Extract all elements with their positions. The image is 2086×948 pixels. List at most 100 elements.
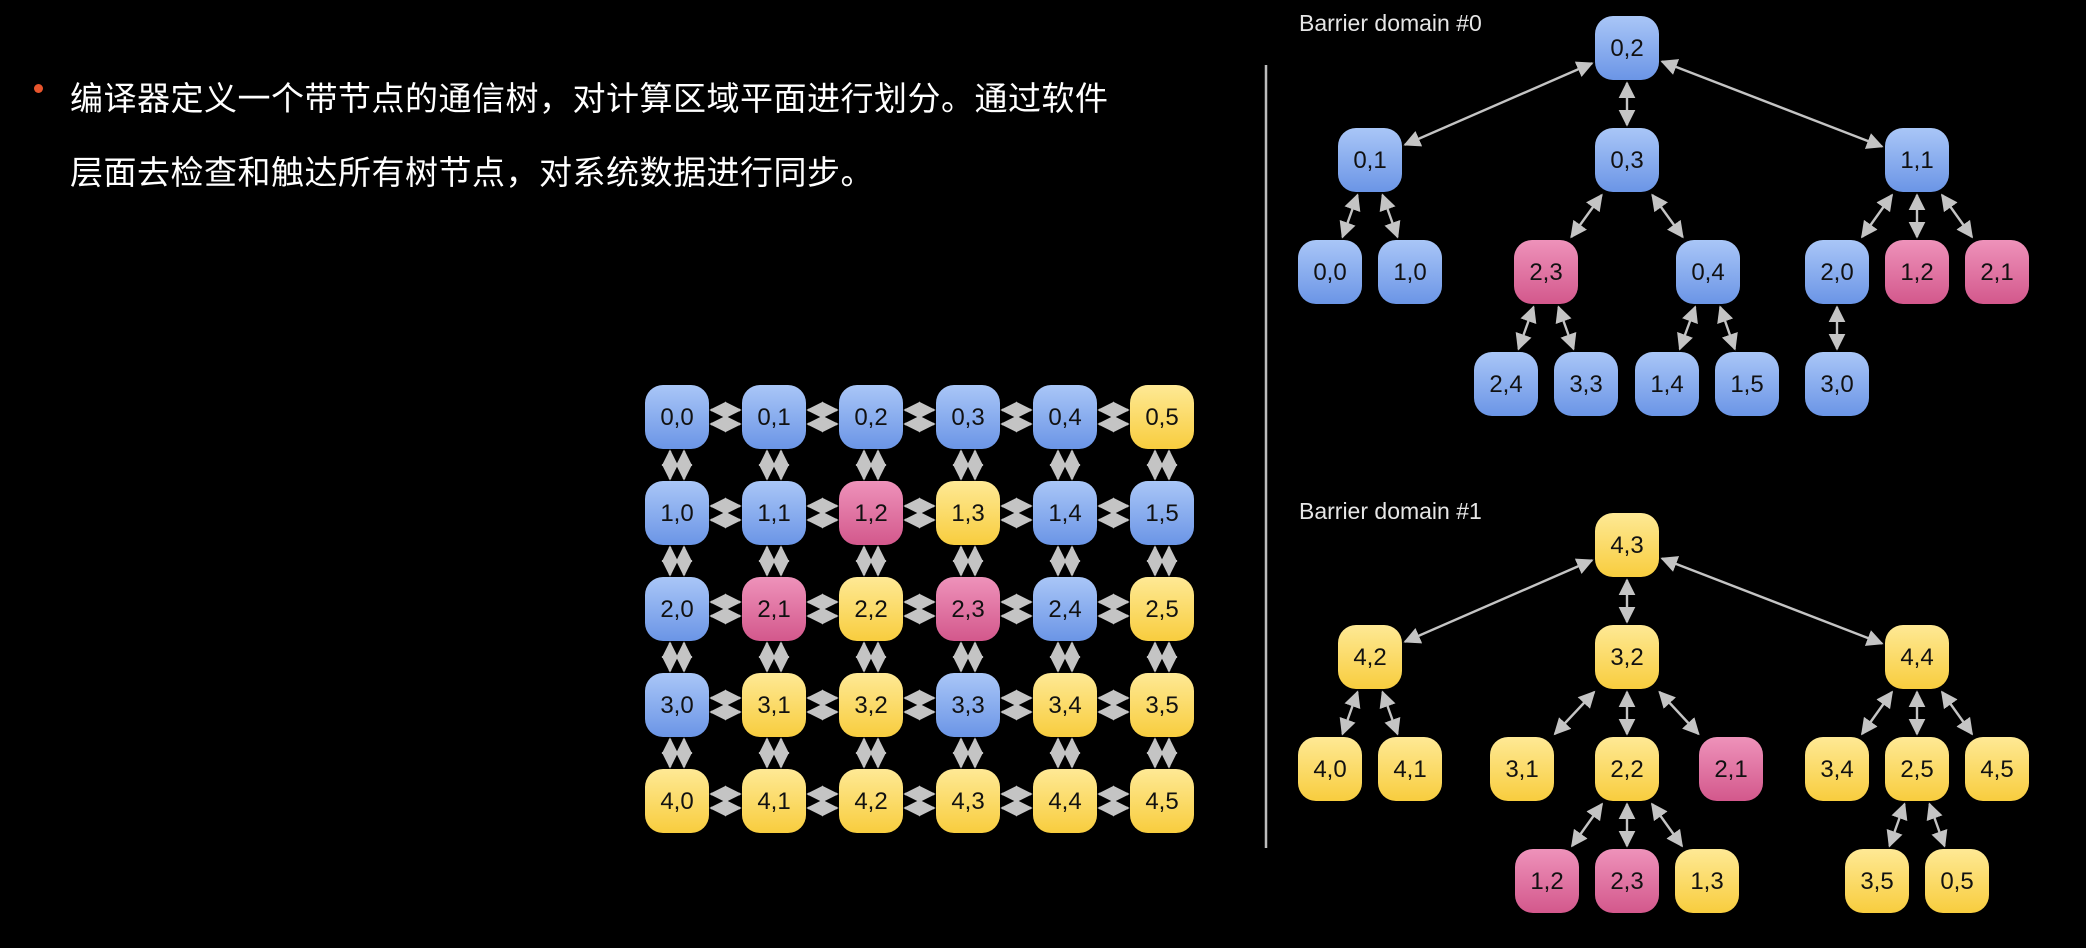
tree-arrow [1861, 690, 1893, 736]
node-label: 2,4 [1048, 596, 1081, 623]
node-label: 1,1 [757, 500, 790, 527]
tree-node-1-1: 1,1 [1885, 128, 1949, 192]
tree-arrow [1658, 690, 1700, 736]
grid-node-1-3: 1,3 [936, 481, 1000, 545]
node-label: 1,3 [1690, 868, 1723, 895]
node-label: 3,2 [1610, 644, 1643, 671]
node-label: 4,4 [1048, 788, 1081, 815]
tree-node-4-3: 4,3 [1595, 513, 1659, 577]
tree-arrow [1403, 61, 1594, 147]
node-label: 0,1 [1353, 147, 1386, 174]
barrier-domain-title: Barrier domain #1 [1299, 498, 1482, 524]
node-label: 1,5 [1145, 500, 1178, 527]
tree-node-3-5: 3,5 [1845, 849, 1909, 913]
tree-arrow [1555, 305, 1577, 351]
node-label: 4,3 [1610, 532, 1643, 559]
tree-node-2-1: 2,1 [1699, 737, 1763, 801]
tree-arrow [1660, 59, 1884, 149]
node-label: 3,3 [1569, 371, 1602, 398]
node-label: 0,5 [1145, 404, 1178, 431]
grid-node-3-1: 3,1 [742, 673, 806, 737]
node-label: 3,3 [951, 692, 984, 719]
grid-node-2-1: 2,1 [742, 577, 806, 641]
grid-node-4-2: 4,2 [839, 769, 903, 833]
node-label: 2,3 [1610, 868, 1643, 895]
tree-node-4-0: 4,0 [1298, 737, 1362, 801]
node-label: 1,0 [1393, 259, 1426, 286]
node-label: 0,4 [1048, 404, 1081, 431]
node-label: 1,2 [854, 500, 887, 527]
tree-node-3-2: 3,2 [1595, 625, 1659, 689]
grid-node-1-4: 1,4 [1033, 481, 1097, 545]
node-label: 3,0 [660, 692, 693, 719]
node-label: 0,3 [1610, 147, 1643, 174]
node-label: 0,2 [1610, 35, 1643, 62]
node-label: 4,1 [757, 788, 790, 815]
node-label: 4,5 [1980, 756, 2013, 783]
grid-node-2-5: 2,5 [1130, 577, 1194, 641]
tree-arrow [1926, 802, 1948, 848]
barrier-diagram: 0,0 0,1 0,2 0,3 0,4 0,5 1,0 1,1 1,2 1,3 1,4 1,5 2,0 2… [645, 10, 2029, 913]
tree-node-2-5: 2,5 [1885, 737, 1949, 801]
grid-node-1-5: 1,5 [1130, 481, 1194, 545]
node-label: 3,4 [1820, 756, 1853, 783]
node-label: 1,2 [1530, 868, 1563, 895]
grid-node-0-4: 0,4 [1033, 385, 1097, 449]
node-label: 1,4 [1650, 371, 1683, 398]
node-label: 4,2 [1353, 644, 1386, 671]
node-label: 2,0 [660, 596, 693, 623]
tree-arrow [1571, 802, 1603, 848]
node-label: 4,2 [854, 788, 887, 815]
node-label: 3,1 [1505, 756, 1538, 783]
node-label: 2,5 [1900, 756, 1933, 783]
node-label: 3,5 [1145, 692, 1178, 719]
tree-arrow [1379, 690, 1401, 736]
tree-node-4-2: 4,2 [1338, 625, 1402, 689]
grid-node-1-2: 1,2 [839, 481, 903, 545]
node-label: 2,3 [1529, 259, 1562, 286]
node-label: 4,0 [660, 788, 693, 815]
tree-node-3-4: 3,4 [1805, 737, 1869, 801]
grid-node-1-0: 1,0 [645, 481, 709, 545]
node-label: 0,5 [1940, 868, 1973, 895]
grid-node-2-2: 2,2 [839, 577, 903, 641]
grid-node-0-1: 0,1 [742, 385, 806, 449]
tree-node-2-4: 2,4 [1474, 352, 1538, 416]
tree-node-0-0: 0,0 [1298, 240, 1362, 304]
node-label: 4,0 [1313, 756, 1346, 783]
node-label: 0,0 [1313, 259, 1346, 286]
tree-arrow [1553, 690, 1596, 736]
node-label: 3,0 [1820, 371, 1853, 398]
grid-node-0-3: 0,3 [936, 385, 1000, 449]
node-label: 4,5 [1145, 788, 1178, 815]
grid-node-3-3: 3,3 [936, 673, 1000, 737]
node-label: 4,3 [951, 788, 984, 815]
grid-node-3-4: 3,4 [1033, 673, 1097, 737]
grid-node-2-3: 2,3 [936, 577, 1000, 641]
tree-node-1-4: 1,4 [1635, 352, 1699, 416]
grid-node-4-3: 4,3 [936, 769, 1000, 833]
node-label: 0,1 [757, 404, 790, 431]
node-label: 1,0 [660, 500, 693, 527]
grid-node-0-5: 0,5 [1130, 385, 1194, 449]
tree-node-2-1: 2,1 [1965, 240, 2029, 304]
grid-node-2-0: 2,0 [645, 577, 709, 641]
grid-node-3-0: 3,0 [645, 673, 709, 737]
node-layer: 0,0 0,1 0,2 0,3 0,4 0,5 1,0 1,1 1,2 1,3 1,4 1,5 2,0 2… [645, 16, 2029, 913]
grid-node-3-2: 3,2 [839, 673, 903, 737]
tree-arrow [1886, 802, 1908, 848]
node-label: 1,2 [1900, 259, 1933, 286]
node-label: 4,1 [1393, 756, 1426, 783]
node-label: 1,4 [1048, 500, 1081, 527]
tree-node-1-3: 1,3 [1675, 849, 1739, 913]
tree-node-1-2: 1,2 [1515, 849, 1579, 913]
grid-node-4-0: 4,0 [645, 769, 709, 833]
grid-node-4-1: 4,1 [742, 769, 806, 833]
tree-node-1-0: 1,0 [1378, 240, 1442, 304]
tree-node-0-1: 0,1 [1338, 128, 1402, 192]
grid-node-2-4: 2,4 [1033, 577, 1097, 641]
node-label: 2,1 [1980, 259, 2013, 286]
tree-node-0-5: 0,5 [1925, 849, 1989, 913]
tree-node-2-0: 2,0 [1805, 240, 1869, 304]
node-label: 2,2 [1610, 756, 1643, 783]
